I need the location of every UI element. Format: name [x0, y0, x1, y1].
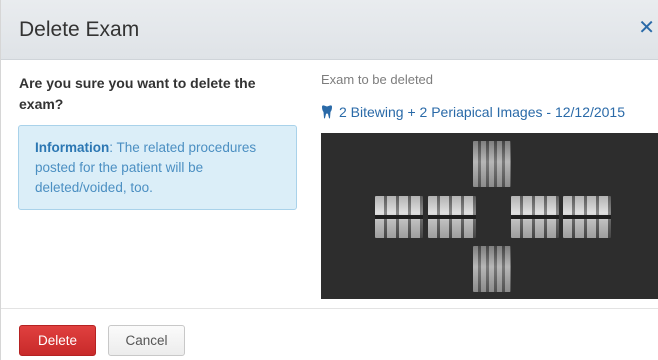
confirm-question: Are you sure you want to delete the exam… [19, 75, 256, 112]
dialog-footer: Delete Cancel [1, 308, 658, 360]
info-message: Information: The related procedures post… [18, 125, 297, 210]
dialog-header: Delete Exam ✕ [1, 0, 658, 60]
info-label: Information [35, 140, 110, 155]
xray-bitewing-left-1 [375, 196, 423, 238]
close-icon[interactable]: ✕ [638, 17, 655, 39]
delete-exam-dialog: Delete Exam ✕ Are you sure you want to d… [0, 0, 658, 360]
exam-heading: Exam to be deleted [321, 72, 434, 87]
delete-button[interactable]: Delete [19, 325, 96, 356]
xray-bitewing-left-2 [428, 196, 476, 238]
exam-link[interactable]: 2 Bitewing + 2 Periapical Images - 12/12… [321, 104, 625, 120]
dialog-title: Delete Exam [19, 18, 140, 41]
exam-image-preview [321, 133, 658, 299]
xray-periapical-bottom [473, 246, 511, 292]
exam-link-label: 2 Bitewing + 2 Periapical Images - 12/12… [339, 104, 626, 120]
xray-bitewing-right-2 [563, 196, 611, 238]
tooth-icon [322, 105, 332, 119]
cancel-button[interactable]: Cancel [108, 325, 185, 356]
xray-bitewing-right-1 [511, 196, 559, 238]
xray-periapical-top [473, 141, 511, 187]
